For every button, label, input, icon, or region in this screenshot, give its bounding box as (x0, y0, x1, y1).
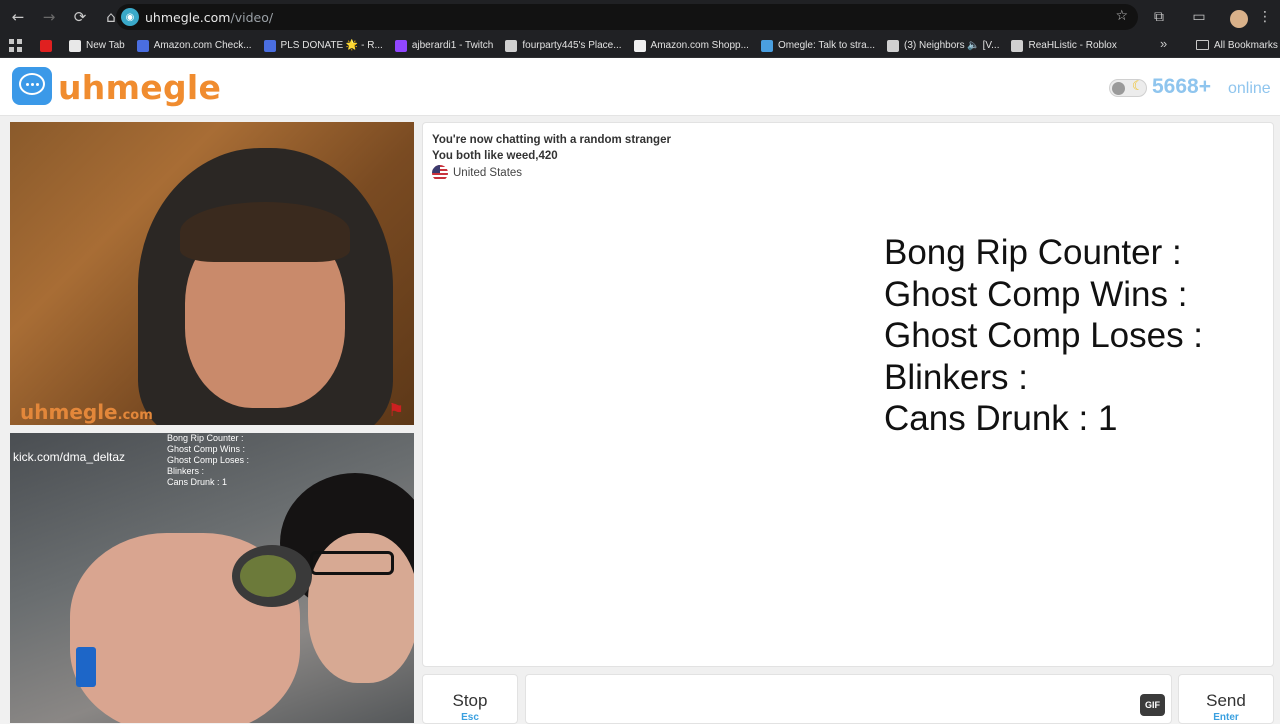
moon-icon: ☾ (1132, 78, 1144, 93)
stop-button[interactable]: Stop Esc (422, 674, 518, 724)
bookmark-label: Omegle: Talk to stra... (777, 40, 876, 51)
bookmark-item[interactable]: ReaHListic - Roblox (1006, 36, 1121, 56)
channel-overlay: kick.com/dma_deltaz (13, 450, 126, 464)
report-flag-icon[interactable]: ⚑ (388, 400, 404, 421)
bookmark-label: PLS DONATE 🌟 - R... (280, 40, 383, 51)
glasses (310, 551, 394, 575)
bookmark-favicon-icon (633, 39, 646, 52)
send-button[interactable]: Send Enter (1178, 674, 1274, 724)
bookmarks-bar: New Tab Amazon.com Check... PLS DONATE 🌟 -… (0, 34, 1280, 58)
stop-label: Stop (452, 691, 488, 710)
url-host: uhmegle.com (145, 9, 231, 25)
send-label: Send (1206, 691, 1246, 710)
bookmark-favicon-icon (263, 39, 276, 52)
stream-counter-overlay: Bong Rip Counter : Ghost Comp Wins : Gho… (884, 232, 1203, 440)
bookmark-favicon-icon (69, 39, 81, 52)
chat-logo-icon[interactable] (12, 67, 52, 105)
video-watermark: uhmegle.com (20, 400, 153, 424)
bookmark-item[interactable]: PLS DONATE 🌟 - R... (259, 36, 388, 56)
counter-line: Bong Rip Counter : (884, 233, 1182, 272)
message-input[interactable]: GIF (525, 674, 1172, 724)
stranger-country: United States (432, 165, 522, 181)
bookmark-star-icon[interactable]: ☆ (1115, 8, 1128, 24)
theme-toggle[interactable]: ☾ (1109, 78, 1147, 97)
site-header: uhmegle ☾ 5668+ online (0, 58, 1280, 116)
menu-icon[interactable]: ⋮ (1252, 4, 1278, 30)
common-interests-message: You both like weed,420 (432, 150, 558, 162)
system-message: You're now chatting with a random strang… (432, 134, 671, 146)
counter-line: Cans Drunk : 1 (884, 399, 1118, 438)
bookmark-item[interactable]: ajberardi1 - Twitch (390, 36, 499, 56)
online-label: online (1228, 80, 1271, 97)
bookmark-label: ReaHListic - Roblox (1028, 40, 1117, 51)
bookmark-favicon-icon (1011, 39, 1024, 52)
profile-avatar[interactable] (1226, 4, 1252, 30)
counter-line: Ghost Comp Loses : (884, 316, 1204, 355)
all-bookmarks-button[interactable]: All Bookmarks (1196, 36, 1278, 54)
bookmark-favicon-icon (394, 39, 407, 52)
stranger-video: uhmegle.com ⚑ (10, 122, 414, 425)
bookmark-item[interactable]: Omegle: Talk to stra... (756, 36, 880, 56)
cast-icon[interactable]: ▭ (1186, 4, 1212, 30)
video-subject-hair (180, 202, 350, 262)
site-info-icon[interactable]: ◉ (121, 8, 139, 26)
us-flag-icon (432, 165, 448, 181)
country-label: United States (453, 167, 523, 179)
bookmark-favicon-icon (40, 39, 52, 52)
lighter (76, 647, 96, 687)
bookmark-label: New Tab (86, 40, 125, 51)
url-path: /video/ (230, 9, 274, 25)
site-logo[interactable]: uhmegle (58, 68, 221, 107)
back-icon[interactable]: ← (5, 4, 31, 30)
bookmark-item[interactable] (35, 36, 62, 56)
folder-icon (1196, 40, 1209, 50)
bookmark-label: Amazon.com Shopp... (650, 40, 749, 51)
bookmark-label: fourparty445's Place... (522, 40, 622, 51)
counter-line: Ghost Comp Wins : (884, 274, 1188, 314)
bookmark-favicon-icon (136, 39, 149, 52)
all-bookmarks-label: All Bookmarks (1214, 39, 1278, 51)
bookmark-favicon-icon (505, 39, 518, 52)
gif-button[interactable]: GIF (1140, 694, 1165, 716)
bookmark-item[interactable]: New Tab (64, 36, 130, 56)
reload-icon[interactable]: ⟳ (67, 4, 93, 30)
browser-toolbar: ← → ⟳ ⌂ ◉ uhmegle.com/video/ ☆ ⧉ ▭ ⋮ (0, 0, 1280, 34)
video-counter-overlay: Bong Rip Counter : Ghost Comp Wins : Gho… (167, 433, 250, 487)
pipe-bowl (240, 555, 296, 597)
bookmark-label: Amazon.com Check... (153, 40, 252, 51)
bookmarks-overflow-icon[interactable]: » (1160, 36, 1167, 51)
apps-grid-icon[interactable] (9, 38, 23, 53)
bookmark-label: ajberardi1 - Twitch (411, 40, 494, 51)
bookmark-favicon-icon (887, 39, 900, 52)
send-shortcut: Enter (1213, 712, 1239, 723)
online-count: 5668+ (1152, 75, 1211, 98)
self-video: kick.com/dma_deltaz Bong Rip Counter : G… (10, 433, 414, 723)
bookmark-item[interactable]: Amazon.com Shopp... (629, 36, 754, 56)
counter-line: Blinkers : (884, 357, 1028, 397)
bookmark-favicon-icon (760, 39, 773, 52)
stop-shortcut: Esc (461, 712, 479, 723)
bookmark-label: (3) Neighbors 🔈 [V... (904, 40, 1000, 51)
extensions-icon[interactable]: ⧉ (1146, 4, 1172, 30)
bookmark-item[interactable]: fourparty445's Place... (500, 36, 626, 56)
toggle-knob (1112, 82, 1125, 95)
address-bar[interactable]: ◉ uhmegle.com/video/ ☆ (116, 4, 1138, 30)
bookmark-item[interactable]: Amazon.com Check... (132, 36, 257, 56)
bookmark-item[interactable]: (3) Neighbors 🔈 [V... (882, 36, 1004, 56)
forward-icon[interactable]: → (36, 4, 62, 30)
